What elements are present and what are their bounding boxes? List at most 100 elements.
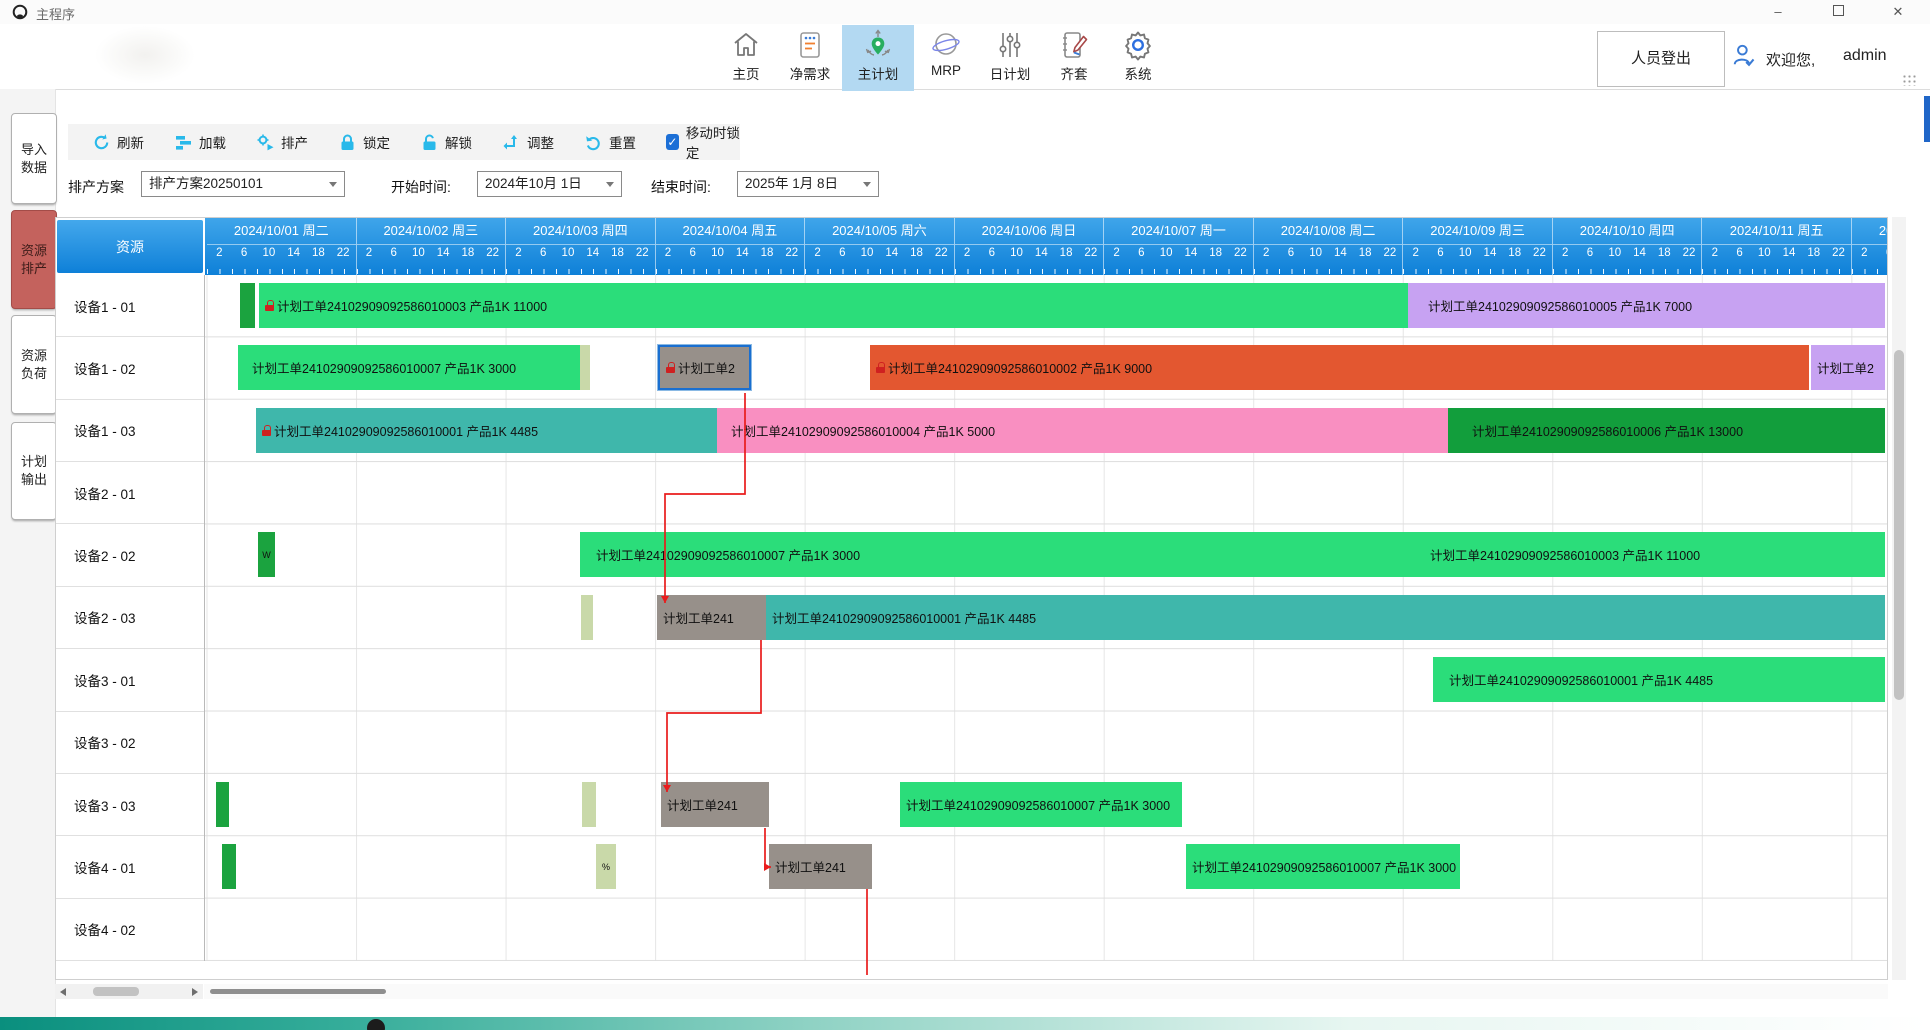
day-header-cell: 2024/10/02 周三2610141822 [357, 218, 507, 275]
day-header-cell: 2024/10/12 周六2610141822 [1852, 218, 1887, 275]
hour-tick-label: 10 [1459, 247, 1472, 259]
hour-tick-label: 2 [366, 247, 372, 259]
nav-master-plan[interactable]: 主计划 [842, 25, 914, 91]
lock-button[interactable]: 锁定 [338, 132, 390, 152]
close-button[interactable]: ✕ [1883, 2, 1913, 22]
gantt-bar[interactable] [580, 345, 590, 390]
day-header-cell: 2024/10/10 周四2610141822 [1553, 218, 1703, 275]
hour-ticks: 2610141822 [1403, 245, 1552, 275]
hour-tick-label: 22 [785, 247, 798, 259]
day-date-label: 2024/10/11 周五 [1702, 218, 1851, 245]
schedule-button[interactable]: 排产 [256, 132, 308, 152]
checkbox-checked-icon: ✓ [666, 134, 679, 150]
day-date-label: 2024/10/09 周三 [1403, 218, 1552, 245]
gantt-bar[interactable]: 计划工单24102909092586010001 产品1K 4485 [766, 595, 1885, 640]
bar-label: 计划工单2 [1817, 358, 1874, 377]
window-title: 主程序 [36, 4, 75, 23]
start-time-label: 开始时间: [391, 177, 451, 197]
right-edge-accent [1924, 96, 1930, 142]
bar-label: 计划工单24102909092586010006 产品1K 13000 [1472, 421, 1743, 440]
hour-ticks: 2610141822 [207, 245, 356, 275]
unlock-button[interactable]: 解锁 [420, 132, 472, 152]
hour-tick-label: 6 [690, 247, 696, 259]
globe-icon [930, 29, 962, 61]
adjust-button[interactable]: 调整 [502, 132, 554, 152]
demand-doc-icon [794, 29, 826, 61]
nav-system[interactable]: 系统 [1106, 25, 1170, 91]
gantt-bar[interactable] [216, 782, 229, 827]
minimize-button[interactable]: – [1763, 2, 1793, 22]
sidebar-tab-plan-output[interactable]: 计划输出 [11, 422, 57, 520]
nav-mrp[interactable]: MRP [914, 25, 978, 91]
chart-vscrollbar[interactable] [1892, 217, 1906, 980]
nav-kitting[interactable]: 齐套 [1042, 25, 1106, 91]
day-date-label: 2024/10/02 周三 [357, 218, 506, 245]
hour-tick-label: 22 [486, 247, 499, 259]
gantt-bar[interactable]: 计划工单24102909092586010003 产品1K 11000 [1414, 532, 1885, 577]
plan-scheme-select[interactable]: 排产方案20250101 [141, 171, 345, 197]
nav-home[interactable]: 主页 [714, 25, 778, 91]
nav-daily-plan[interactable]: 日计划 [978, 25, 1042, 91]
gantt-bar[interactable]: W [258, 532, 275, 577]
resource-hscrollbar[interactable] [55, 984, 203, 999]
gantt-bar[interactable]: 计划工单24102909092586010001 产品1K 4485 [1433, 657, 1885, 702]
bar-label: 计划工单241 [663, 608, 734, 627]
gantt-bar[interactable]: 计划工单24102909092586010004 产品1K 5000 [717, 408, 1448, 453]
gantt-bar[interactable]: 计划工单24102909092586010007 产品1K 3000 [238, 345, 580, 390]
gantt-bar[interactable]: % [596, 844, 616, 889]
resource-row-label: 设备3 - 03 [56, 774, 204, 836]
gantt-bar[interactable] [582, 782, 596, 827]
end-time-select[interactable]: 2025年 1月 8日 [737, 171, 879, 197]
sidebar-tab-resource-load[interactable]: 资源负荷 [11, 315, 57, 414]
gantt-bar[interactable] [222, 844, 236, 889]
scrollbar-thumb[interactable] [210, 989, 386, 994]
gantt-bar[interactable]: 计划工单2 [1811, 345, 1885, 390]
gantt-bar[interactable]: 计划工单24102909092586010007 产品1K 3000 [900, 782, 1182, 827]
gantt-bar[interactable]: 计划工单24102909092586010003 产品1K 11000 [259, 283, 1408, 328]
resource-row-label: 设备1 - 02 [56, 337, 204, 399]
refresh-button[interactable]: 刷新 [92, 132, 144, 152]
gantt-bar[interactable]: 计划工单24102909092586010005 产品1K 7000 [1408, 283, 1885, 328]
gantt-bar[interactable]: 计划工单241 [661, 782, 769, 827]
gear-icon [1122, 29, 1154, 61]
hour-tick-label: 14 [287, 247, 300, 259]
hour-tick-label: 22 [1084, 247, 1097, 259]
hour-tick-label: 6 [1886, 247, 1887, 259]
hour-tick-label: 6 [1587, 247, 1593, 259]
scrollbar-thumb[interactable] [1894, 350, 1904, 700]
day-date-label: 2024/10/05 周六 [805, 218, 954, 245]
scrollbar-thumb[interactable] [93, 987, 139, 996]
gantt-bar[interactable]: 计划工单24102909092586010002 产品1K 9000 [870, 345, 1809, 390]
scroll-right-icon[interactable] [192, 988, 198, 996]
gantt-bar[interactable]: 计划工单2 [658, 345, 751, 390]
reset-button[interactable]: 重置 [584, 132, 636, 152]
maximize-button[interactable] [1823, 2, 1853, 22]
main-window: 主程序 – ✕ 主页 净需求 主计划 MRP [0, 0, 1930, 1030]
lock-icon [338, 133, 357, 152]
hour-tick-label: 10 [861, 247, 874, 259]
gantt-bar[interactable] [240, 283, 255, 328]
start-time-select[interactable]: 2024年10月 1日 [477, 171, 622, 197]
scroll-left-icon[interactable] [60, 988, 66, 996]
bar-label: 计划工单24102909092586010007 产品1K 3000 [596, 545, 860, 564]
load-button[interactable]: 加载 [174, 132, 226, 152]
chart-hscrollbar[interactable] [204, 984, 1888, 999]
bar-label: 计划工单24102909092586010001 产品1K 4485 [1449, 670, 1713, 689]
chevron-down-icon [329, 182, 337, 187]
day-date-label: 2024/10/10 周四 [1553, 218, 1702, 245]
nav-net-demand[interactable]: 净需求 [778, 25, 842, 91]
gantt-bar[interactable]: 计划工单24102909092586010001 产品1K 4485 [256, 408, 717, 453]
gantt-bar[interactable]: 计划工单24102909092586010007 产品1K 3000 [580, 532, 1414, 577]
lock-on-move-checkbox[interactable]: ✓ 移动时锁定 [666, 122, 740, 162]
day-header-cell: 2024/10/01 周二2610141822 [207, 218, 357, 275]
hour-tick-label: 18 [462, 247, 475, 259]
logout-button[interactable]: 人员登出 [1597, 31, 1725, 87]
gantt-bar[interactable] [581, 595, 593, 640]
bar-label: % [602, 862, 610, 872]
gantt-bar[interactable]: 计划工单24102909092586010006 产品1K 13000 [1448, 408, 1885, 453]
gantt-bar[interactable]: 计划工单24102909092586010007 产品1K 3000 [1186, 844, 1460, 889]
gantt-bar[interactable]: 计划工单241 [769, 844, 872, 889]
gantt-bar[interactable]: 计划工单241 [657, 595, 766, 640]
sidebar-tab-resource-scheduling[interactable]: 资源排产 [11, 210, 57, 309]
hour-tick-label: 18 [761, 247, 774, 259]
